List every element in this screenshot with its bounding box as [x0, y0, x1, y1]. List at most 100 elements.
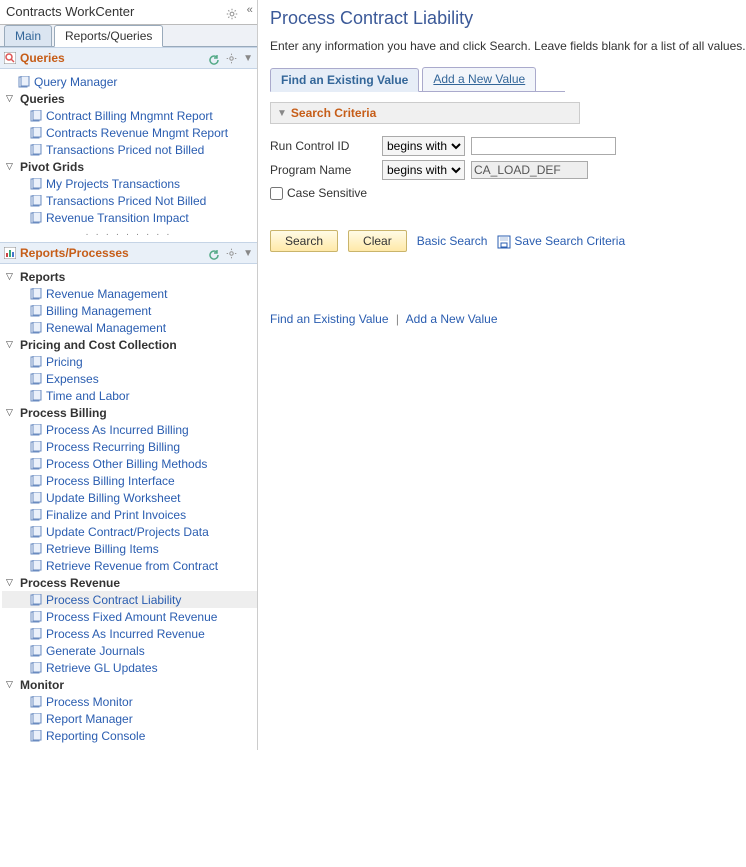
group-monitor[interactable]: ▽ Monitor [2, 676, 257, 693]
link-label: Process As Incurred Billing [46, 423, 189, 437]
link-label: Process Billing Interface [46, 474, 175, 488]
section-reports: Reports/Processes ▼ [0, 242, 257, 264]
link-query-manager[interactable]: Query Manager [2, 73, 257, 90]
op-program-name[interactable]: begins with [382, 160, 465, 180]
link-process-recurring-billing[interactable]: Process Recurring Billing [2, 438, 257, 455]
group-queries[interactable]: ▽ Queries [2, 90, 257, 107]
link-label: Retrieve Billing Items [46, 542, 159, 556]
input-run-control[interactable] [471, 137, 616, 155]
link-retrieve-revenue-from-contract[interactable]: Retrieve Revenue from Contract [2, 557, 257, 574]
bottom-find-link[interactable]: Find an Existing Value [270, 312, 389, 326]
page-icon [30, 356, 46, 368]
search-criteria-title: Search Criteria [291, 106, 376, 120]
expand-triangle-icon: ▽ [6, 577, 16, 588]
link-transactions-priced-not-billed[interactable]: Transactions Priced not Billed [2, 141, 257, 158]
link-report-manager[interactable]: Report Manager [2, 710, 257, 727]
link-label: Retrieve Revenue from Contract [46, 559, 218, 573]
section-gear-icon[interactable] [226, 51, 237, 65]
group-label: Pivot Grids [20, 160, 84, 174]
link-generate-journals[interactable]: Generate Journals [2, 642, 257, 659]
clear-button[interactable]: Clear [348, 230, 407, 252]
link-process-fixed-amount-revenue[interactable]: Process Fixed Amount Revenue [2, 608, 257, 625]
tab-main[interactable]: Main [4, 25, 52, 46]
link-process-contract-liability[interactable]: Process Contract Liability [2, 591, 257, 608]
page-icon [30, 390, 46, 402]
link-contract-billing-mngmnt-report[interactable]: Contract Billing Mngmnt Report [2, 107, 257, 124]
group-process-revenue[interactable]: ▽ Process Revenue [2, 574, 257, 591]
page-icon [30, 288, 46, 300]
collapse-icon[interactable]: « [246, 5, 251, 17]
search-button[interactable]: Search [270, 230, 338, 252]
group-process-billing[interactable]: ▽Process Billing [2, 404, 257, 421]
page-icon [30, 441, 46, 453]
tab-add-value[interactable]: Add a New Value [422, 67, 536, 91]
link-update-billing-worksheet[interactable]: Update Billing Worksheet [2, 489, 257, 506]
link-label: Transactions Priced not Billed [46, 143, 204, 157]
link-retrieve-billing-items[interactable]: Retrieve Billing Items [2, 540, 257, 557]
link-process-other-billing-methods[interactable]: Process Other Billing Methods [2, 455, 257, 472]
page-instruction: Enter any information you have and click… [270, 39, 746, 53]
basic-search-link[interactable]: Basic Search [417, 234, 488, 248]
expand-triangle-icon: ▽ [6, 93, 16, 104]
link-label: Report Manager [46, 712, 133, 726]
expand-triangle-icon: ▽ [6, 679, 16, 690]
group-label: Queries [20, 92, 65, 106]
link-retrieve-gl-updates[interactable]: Retrieve GL Updates [2, 659, 257, 676]
page-icon [30, 492, 46, 504]
workcenter-header: Contracts WorkCenter « [0, 0, 257, 25]
link-pricing[interactable]: Pricing [2, 353, 257, 370]
workcenter-tabs: Main Reports/Queries [0, 25, 257, 47]
link-revenue-transition-impact[interactable]: Revenue Transition Impact [2, 209, 257, 226]
link-renewal-management[interactable]: Renewal Management [2, 319, 257, 336]
refresh-icon[interactable] [208, 52, 220, 64]
group-label: Process Revenue [20, 576, 120, 590]
link-billing-management[interactable]: Billing Management [2, 302, 257, 319]
label-run-control: Run Control ID [270, 139, 382, 153]
link-process-monitor[interactable]: Process Monitor [2, 693, 257, 710]
expand-triangle-icon: ▽ [6, 339, 16, 350]
link-update-contract-projects-data[interactable]: Update Contract/Projects Data [2, 523, 257, 540]
row-run-control: Run Control ID begins with [270, 136, 746, 156]
link-transactions-priced-not-billed[interactable]: Transactions Priced Not Billed [2, 192, 257, 209]
group-reports[interactable]: ▽Reports [2, 268, 257, 285]
gear-icon[interactable] [226, 5, 238, 17]
link-finalize-and-print-invoices[interactable]: Finalize and Print Invoices [2, 506, 257, 523]
tab-find-value[interactable]: Find an Existing Value [270, 68, 419, 92]
group-pivot-grids[interactable]: ▽Pivot Grids [2, 158, 257, 175]
link-label: My Projects Transactions [46, 177, 180, 191]
chevron-down-icon[interactable]: ▼ [243, 53, 253, 64]
tab-reports-queries[interactable]: Reports/Queries [54, 25, 163, 47]
link-label: Contract Billing Mngmnt Report [46, 109, 213, 123]
checkbox-case-sensitive[interactable] [270, 187, 283, 200]
save-criteria-link[interactable]: Save Search Criteria [514, 234, 625, 248]
link-process-as-incurred-billing[interactable]: Process As Incurred Billing [2, 421, 257, 438]
section-reports-title: Reports/Processes [20, 246, 208, 260]
page-icon [30, 127, 46, 139]
link-my-projects-transactions[interactable]: My Projects Transactions [2, 175, 257, 192]
group-pricing-and-cost-collection[interactable]: ▽Pricing and Cost Collection [2, 336, 257, 353]
link-label: Process Monitor [46, 695, 133, 709]
section-gear-icon[interactable] [226, 246, 237, 260]
page-icon [30, 696, 46, 708]
refresh-icon[interactable] [208, 247, 220, 259]
chevron-down-icon[interactable]: ▼ [243, 248, 253, 259]
link-reporting-console[interactable]: Reporting Console [2, 727, 257, 744]
section-queries-title: Queries [20, 51, 208, 65]
page-icon [30, 594, 46, 606]
input-program-name [471, 161, 588, 179]
link-time-and-labor[interactable]: Time and Labor [2, 387, 257, 404]
link-process-billing-interface[interactable]: Process Billing Interface [2, 472, 257, 489]
link-process-as-incurred-revenue[interactable]: Process As Incurred Revenue [2, 625, 257, 642]
link-contracts-revenue-mngmt-report[interactable]: Contracts Revenue Mngmt Report [2, 124, 257, 141]
group-label: Reports [20, 270, 65, 284]
save-icon [497, 234, 511, 248]
bottom-add-link[interactable]: Add a New Value [406, 312, 498, 326]
link-revenue-management[interactable]: Revenue Management [2, 285, 257, 302]
search-criteria-bar[interactable]: ▼ Search Criteria [270, 102, 580, 124]
group-label: Monitor [20, 678, 64, 692]
workcenter-title: Contracts WorkCenter [6, 4, 222, 19]
page-title: Process Contract Liability [270, 8, 746, 29]
op-run-control[interactable]: begins with [382, 136, 465, 156]
link-expenses[interactable]: Expenses [2, 370, 257, 387]
link-label: Process Contract Liability [46, 593, 181, 607]
